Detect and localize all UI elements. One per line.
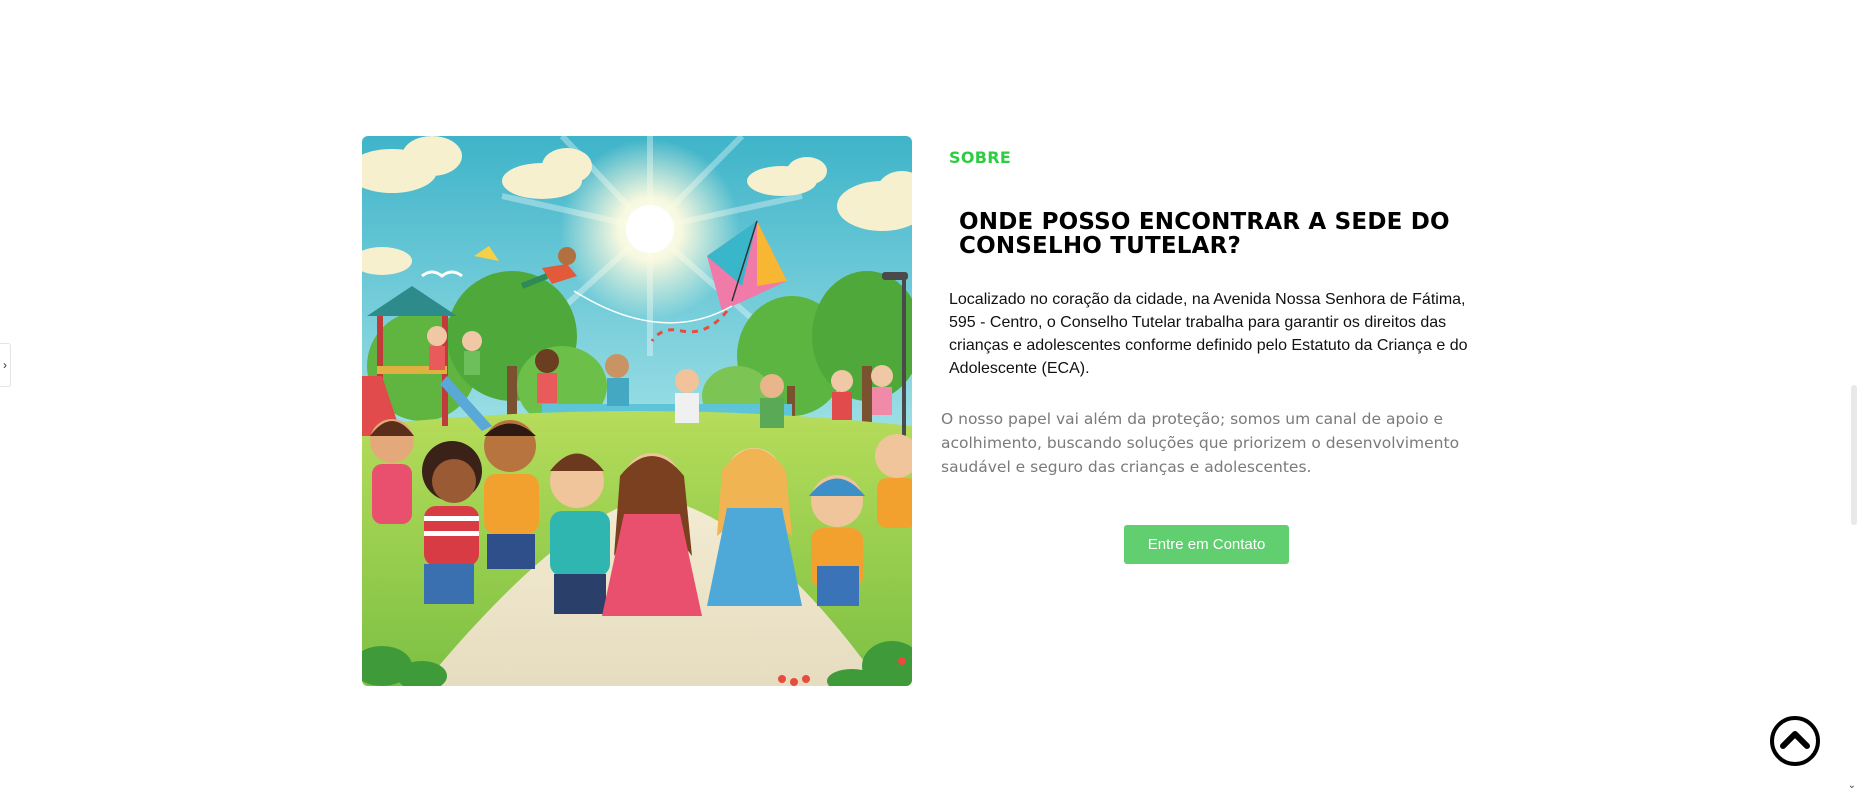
chevron-right-icon: › <box>3 358 7 372</box>
side-panel-toggle[interactable]: › <box>0 343 11 387</box>
page: › SOBRE ONDE POSSO ENCONTRAR A SEDE DO C… <box>0 0 1857 797</box>
mission-paragraph: O nosso papel vai além da proteção; somo… <box>941 410 1460 476</box>
chevron-up-circle-icon <box>1770 716 1820 766</box>
back-to-top-button[interactable] <box>1769 715 1821 767</box>
address-paragraph: Localizado no coração da cidade, na Aven… <box>949 291 1468 377</box>
page-scrollbar[interactable]: ⌄ <box>1848 0 1857 797</box>
contact-button[interactable]: Entre em Contato <box>1124 525 1289 564</box>
scrollbar-thumb[interactable] <box>1851 385 1857 525</box>
children-park-illustration-svg <box>362 136 912 686</box>
chevron-down-icon[interactable]: ⌄ <box>1848 780 1856 791</box>
section-title: ONDE POSSO ENCONTRAR A SEDE DO CONSELHO … <box>959 209 1450 259</box>
children-playing-illustration <box>362 136 912 686</box>
section-eyebrow: SOBRE <box>949 148 1012 167</box>
